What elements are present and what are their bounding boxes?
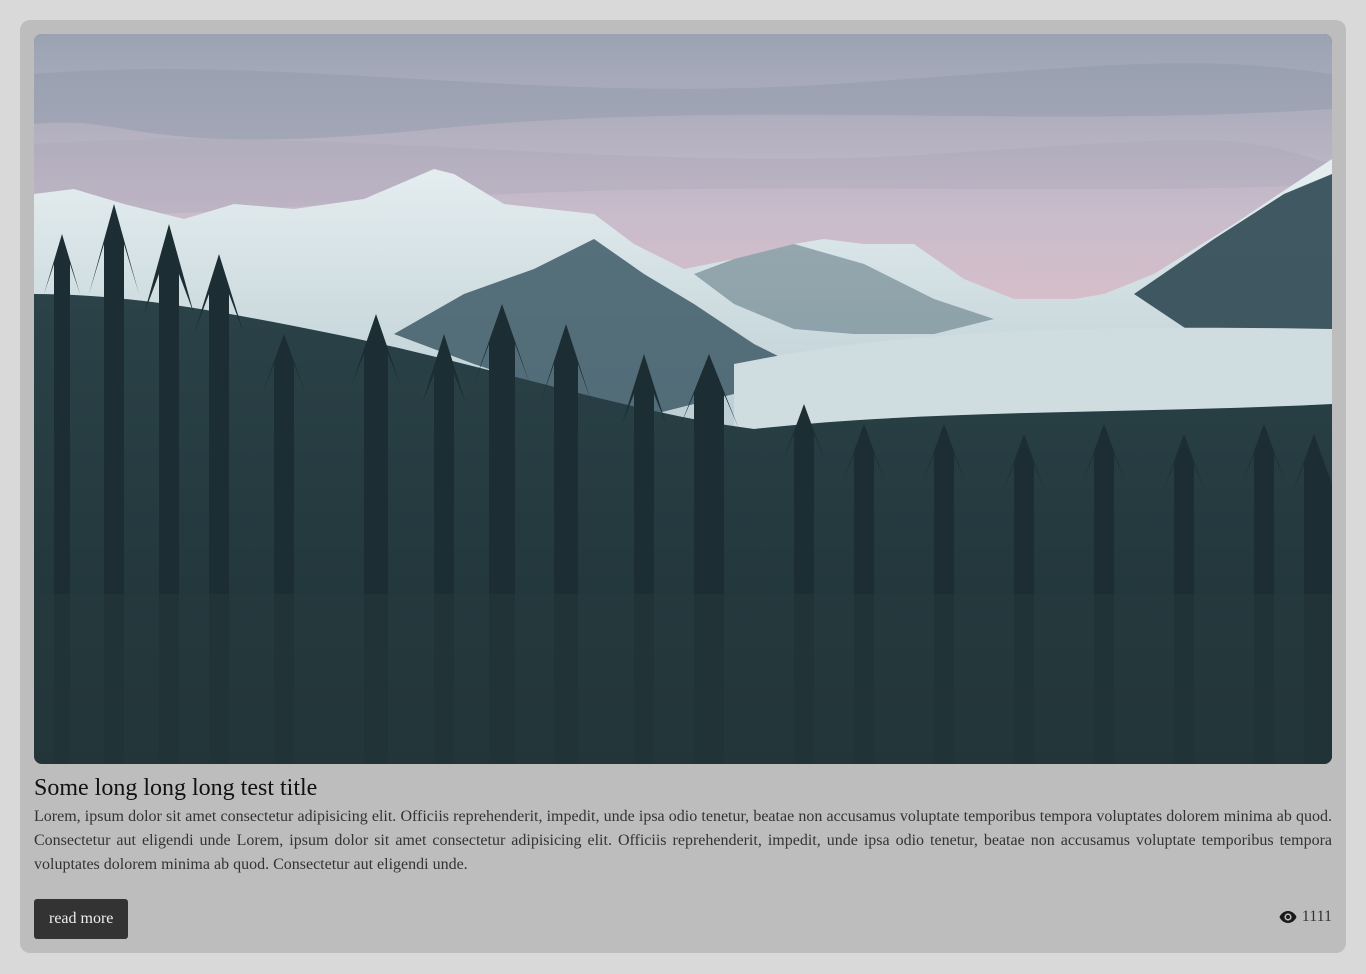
card-description: Lorem, ipsum dolor sit amet consectetur … <box>34 808 1332 873</box>
read-more-button[interactable]: read more <box>34 899 129 939</box>
card-title: Some long long long test title <box>34 775 318 801</box>
views-counter: 1111 <box>1279 908 1332 926</box>
article-card: Some long long long test title Lorem, ip… <box>20 20 1346 953</box>
card-image <box>34 34 1332 764</box>
views-count: 1111 <box>1301 908 1332 925</box>
eye-icon <box>1279 910 1297 924</box>
